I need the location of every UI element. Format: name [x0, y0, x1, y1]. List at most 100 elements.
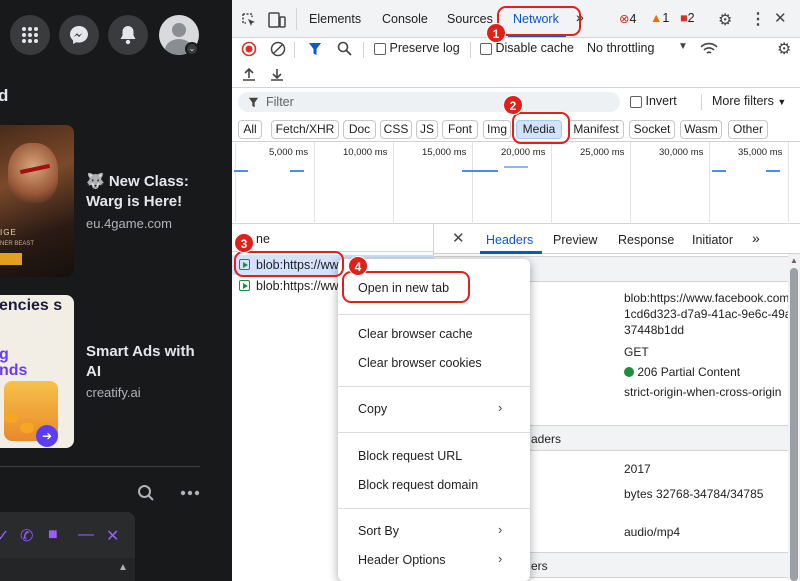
- minimize-icon[interactable]: —: [78, 526, 94, 544]
- menu-item-copy[interactable]: Copy: [358, 402, 387, 416]
- more-options-icon[interactable]: [180, 490, 200, 496]
- filter-funnel-icon[interactable]: [308, 42, 322, 56]
- device-toolbar-icon[interactable]: [268, 12, 286, 28]
- type-filter-fetch-xhr[interactable]: Fetch/XHR: [271, 120, 339, 139]
- network-settings-gear-icon[interactable]: ⚙: [777, 39, 791, 59]
- chevron-icon[interactable]: ✓: [0, 526, 9, 546]
- export-har-icon[interactable]: [270, 67, 284, 82]
- tab-initiator[interactable]: Initiator: [692, 233, 733, 247]
- timeline-tick: 20,000 ms: [501, 147, 546, 158]
- filter-placeholder: Filter: [266, 95, 294, 109]
- record-stop-icon[interactable]: [241, 41, 257, 57]
- notifications-bell-icon[interactable]: [108, 15, 148, 55]
- details-scrollbar-thumb[interactable]: [790, 268, 798, 581]
- more-details-tabs-icon[interactable]: »: [752, 230, 760, 246]
- preserve-log-checkbox[interactable]: Preserve log: [374, 41, 460, 55]
- ad-image-cta: [0, 253, 22, 265]
- warning-icon: ▲: [650, 11, 663, 25]
- ad-image-text-2: g nds: [0, 346, 28, 379]
- close-details-icon[interactable]: ✕: [452, 229, 465, 247]
- inspect-element-icon[interactable]: [241, 12, 257, 28]
- contacts-header: [0, 478, 232, 508]
- waterfall-bar: [462, 170, 498, 172]
- waterfall-bar: [504, 166, 528, 168]
- active-details-tab-indicator: [480, 251, 542, 254]
- kebab-menu-icon[interactable]: ⋮: [750, 9, 766, 29]
- type-filter-img[interactable]: Img: [483, 120, 511, 139]
- menu-item-header-options[interactable]: Header Options: [358, 553, 446, 567]
- type-filter-doc[interactable]: Doc: [343, 120, 376, 139]
- type-filter-manifest[interactable]: Manifest: [568, 120, 624, 139]
- menu-separator: [338, 508, 530, 509]
- type-filter-all[interactable]: All: [238, 120, 262, 139]
- account-chevron-icon[interactable]: ⌄: [185, 42, 199, 56]
- timeline-tick: 10,000 ms: [343, 147, 388, 158]
- more-filters-dropdown[interactable]: More filters ▼: [712, 94, 786, 108]
- tab-response[interactable]: Response: [618, 233, 674, 247]
- menu-item-block-request-url[interactable]: Block request URL: [358, 449, 462, 463]
- facebook-scrollbar[interactable]: [202, 0, 232, 581]
- ad-title[interactable]: 🐺 New Class: Warg is Here!: [86, 172, 206, 212]
- tab-console[interactable]: Console: [382, 12, 428, 26]
- ad-image-creatify[interactable]: encies s g nds ➔: [0, 295, 74, 448]
- tab-sources[interactable]: Sources: [447, 12, 493, 26]
- phone-icon[interactable]: ✆: [20, 526, 33, 546]
- search-icon[interactable]: [137, 484, 155, 502]
- close-devtools-icon[interactable]: ✕: [774, 9, 787, 27]
- menu-item-clear-browser-cache[interactable]: Clear browser cache: [358, 327, 473, 341]
- facebook-topbar: ⌄: [0, 0, 232, 70]
- annotation-number: 2: [503, 95, 523, 115]
- type-filter-other[interactable]: Other: [728, 120, 768, 139]
- type-filter-font[interactable]: Font: [442, 120, 478, 139]
- network-conditions-icon[interactable]: [700, 42, 718, 56]
- status-dot-icon: [624, 367, 634, 377]
- scroll-up-icon[interactable]: ▲: [790, 256, 798, 265]
- filter-funnel-icon: [248, 97, 259, 108]
- disable-cache-checkbox[interactable]: Disable cache: [480, 41, 574, 55]
- menu-item-clear-browser-cookies[interactable]: Clear browser cookies: [358, 356, 482, 370]
- scroll-up-icon[interactable]: ▲: [118, 562, 128, 573]
- referrer-policy-value: strict-origin-when-cross-origin: [624, 385, 782, 399]
- tab-headers[interactable]: Headers: [486, 233, 533, 247]
- annotation-highlight-network-tab: [497, 6, 581, 36]
- request-method-value: GET: [624, 345, 649, 359]
- type-filter-wasm[interactable]: Wasm: [680, 120, 722, 139]
- timeline-tick: 35,000 ms: [738, 147, 783, 158]
- type-filter-js[interactable]: JS: [416, 120, 438, 139]
- throttling-select[interactable]: No throttling: [587, 41, 654, 55]
- info-badge[interactable]: ■2: [680, 11, 695, 25]
- tab-preview[interactable]: Preview: [553, 233, 597, 247]
- settings-gear-icon[interactable]: ⚙: [718, 10, 732, 30]
- divider: [0, 466, 200, 467]
- type-filter-socket[interactable]: Socket: [629, 120, 675, 139]
- content-type-value: audio/mp4: [624, 525, 681, 539]
- tab-elements[interactable]: Elements: [309, 12, 361, 26]
- timeline-overview[interactable]: 5,000 ms 10,000 ms 15,000 ms 20,000 ms 2…: [232, 142, 800, 224]
- ad-arrow-icon[interactable]: ➔: [36, 425, 58, 447]
- menu-item-block-request-domain[interactable]: Block request domain: [358, 478, 478, 492]
- warning-badge[interactable]: ▲1: [650, 11, 669, 25]
- ad-image-game[interactable]: IGE NER BEAST: [0, 125, 74, 277]
- details-tabbar: ✕ Headers Preview Response Initiator »: [434, 224, 800, 254]
- annotation-number: 1: [486, 23, 506, 43]
- submenu-arrow-icon: ›: [498, 522, 503, 537]
- menu-item-sort-by[interactable]: Sort By: [358, 524, 399, 538]
- name-column-header[interactable]: ne: [232, 224, 434, 252]
- menu-grid-icon[interactable]: [10, 15, 50, 55]
- timeline-tick: 30,000 ms: [659, 147, 704, 158]
- import-har-icon[interactable]: [242, 67, 256, 82]
- type-filter-css[interactable]: CSS: [380, 120, 412, 139]
- content-range-value: bytes 32768-34784/34785: [624, 487, 764, 501]
- close-icon[interactable]: ✕: [106, 526, 119, 546]
- filter-input[interactable]: Filter: [238, 92, 620, 112]
- request-url-value: blob:https://www.facebook.com/1cd6d323-d…: [624, 291, 793, 337]
- clear-icon[interactable]: [270, 41, 286, 57]
- video-icon[interactable]: ■: [48, 526, 58, 544]
- messenger-icon[interactable]: [59, 15, 99, 55]
- error-badge[interactable]: ⊗4: [619, 11, 636, 26]
- invert-checkbox[interactable]: Invert: [630, 94, 677, 108]
- dropdown-arrow-icon[interactable]: ▼: [678, 41, 688, 52]
- ad-title[interactable]: Smart Ads with AI: [86, 342, 206, 382]
- chat-header-bar: ✓ ✆ ■ — ✕: [0, 512, 135, 558]
- search-icon[interactable]: [337, 41, 352, 56]
